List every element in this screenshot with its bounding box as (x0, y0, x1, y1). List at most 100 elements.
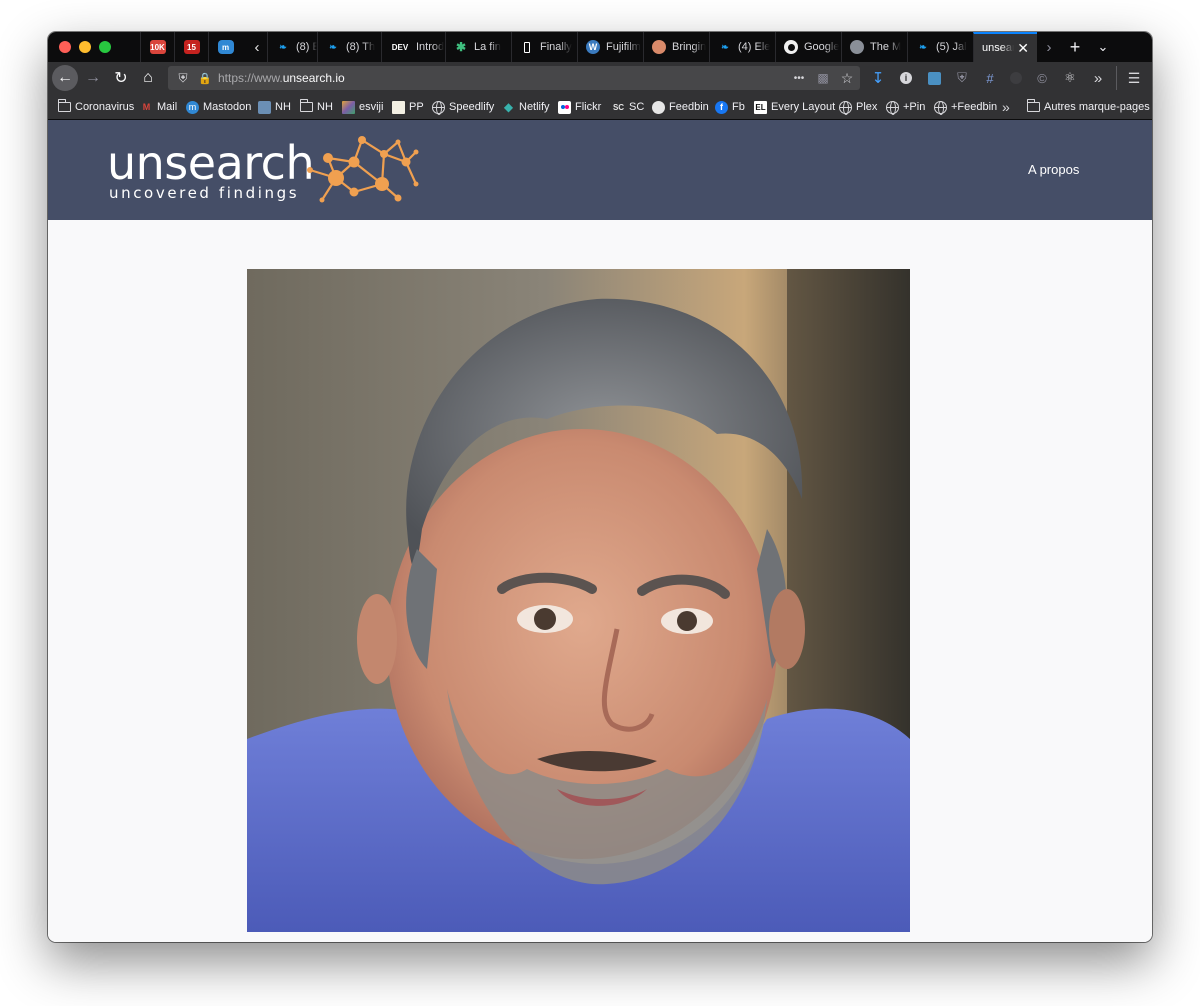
pinned-tab-badge: 15 (187, 42, 196, 52)
url-host: unsearch.io (282, 71, 345, 85)
dark-extension-icon[interactable] (1006, 68, 1026, 88)
tab-item[interactable]: Bringin (643, 32, 709, 62)
tab-item[interactable]: The M (841, 32, 907, 62)
info-icon[interactable]: i (896, 68, 916, 88)
zoom-window-button[interactable] (99, 41, 111, 53)
hash-extension-icon[interactable]: # (980, 68, 1000, 88)
dev-badge: DEV (391, 42, 409, 52)
bookmark-item[interactable]: EL Every Layout (754, 98, 835, 116)
bookmark-star-icon[interactable]: ☆ (838, 69, 856, 87)
bookmark-label: Speedlify (449, 101, 495, 113)
gmail-icon: M (142, 102, 151, 112)
minimize-window-button[interactable] (79, 41, 91, 53)
forward-button[interactable]: → (80, 65, 106, 91)
tab-title: Google (804, 41, 840, 53)
tab-title: unsearch (982, 42, 1014, 54)
globe-icon (432, 100, 445, 115)
bookmark-item[interactable]: Coronavirus (57, 98, 134, 116)
pinned-tab-mastodon[interactable]: m (208, 32, 242, 62)
tab-item[interactable]: ❧ (8) Ele (267, 32, 317, 62)
bookmark-item[interactable]: m Mastodon (186, 98, 251, 116)
home-button[interactable]: ⌂ (135, 65, 161, 91)
download-icon[interactable]: ↧ (868, 68, 888, 88)
nav-link-a-propos[interactable]: A propos (1028, 162, 1079, 177)
avatar-icon[interactable] (924, 68, 944, 88)
bookmark-item[interactable]: NH (299, 98, 333, 116)
tab-item[interactable]: ✱ La fin (445, 32, 511, 62)
rss-icon[interactable]: ▩ (814, 69, 832, 87)
tab-active[interactable]: unsearch ✕ (973, 32, 1037, 62)
pinned-tab-badge: 10K (150, 42, 165, 52)
tab-strip: 10K 15 m ‹ ❧ (8) Ele ❧ (8) Th DEV Introd… (48, 32, 1152, 62)
site-icon (652, 40, 666, 54)
bookmark-item[interactable]: +Pin (886, 98, 925, 116)
bookmark-item[interactable]: Feedbin (652, 98, 709, 116)
dev-icon: DEV (390, 40, 410, 54)
overflow-chevron-icon[interactable]: » (1088, 68, 1108, 88)
bookmark-item[interactable]: PP (392, 98, 424, 116)
close-tab-icon[interactable]: ✕ (1017, 40, 1029, 57)
bookmark-item[interactable]: SC SC (612, 98, 644, 116)
close-window-button[interactable] (59, 41, 71, 53)
bookmark-item[interactable]: NH (258, 98, 291, 116)
bookmark-label: PP (409, 101, 424, 113)
globe-icon (886, 100, 899, 115)
bookmark-label: +Pin (903, 101, 926, 113)
url-bar[interactable]: ⛨ 🔒 https://www.unsearch.io ••• ▩ ☆ (168, 66, 860, 90)
flickr-icon (558, 100, 571, 114)
bookmark-label: Autres marque-pages (1044, 101, 1150, 113)
pinwheel-icon: ✱ (455, 40, 467, 54)
bookmark-item[interactable]: Speedlify (432, 98, 494, 116)
bookmarks-overflow-chevron-icon[interactable]: » (1002, 98, 1010, 116)
list-tabs-chevron-down-icon[interactable]: ⌄ (1090, 32, 1116, 62)
gmail-icon: 15 (183, 40, 200, 54)
bookmark-item[interactable]: Plex (839, 98, 877, 116)
twitter-icon: ❧ (279, 41, 287, 52)
tab-item[interactable]: Google (775, 32, 841, 62)
menu-icon[interactable]: ☰ (1124, 68, 1144, 88)
tab-title: Fujifilm (606, 41, 641, 53)
shield-icon[interactable]: ⛨ (174, 69, 192, 87)
new-tab-button[interactable]: + (1062, 32, 1088, 62)
circle-c-extension-icon[interactable]: © (1032, 68, 1052, 88)
tab-item[interactable]: ❧ (5) Jal (907, 32, 973, 62)
tab-title: Bringin (672, 41, 707, 53)
mastodon-icon: m (186, 100, 199, 114)
shield-extension-icon[interactable]: ⛨ (952, 68, 972, 88)
bookmark-item[interactable]: M Mail (140, 98, 177, 116)
bookmark-label: esviji (359, 101, 384, 113)
bookmark-item[interactable]: ◆ Netlify (502, 98, 550, 116)
lock-icon[interactable]: 🔒 (196, 69, 214, 87)
tab-item[interactable]: ❧ (4) Ele (709, 32, 775, 62)
bookmark-item[interactable]: Autres marque-pages (1026, 98, 1150, 116)
bookmark-label: NH (275, 101, 291, 113)
page-actions-icon[interactable]: ••• (790, 69, 808, 87)
pinned-tab-gmail[interactable]: 15 (174, 32, 208, 62)
bookmark-item[interactable]: f Fb (715, 98, 745, 116)
react-extension-icon[interactable]: ⚛ (1060, 68, 1080, 88)
tabs-scroll-left-button[interactable]: ‹ (247, 32, 267, 62)
nav-bar: ← → ↻ ⌂ ⛨ 🔒 https://www.unsearch.io ••• … (48, 62, 1152, 94)
site-logo-wordmark[interactable]: unsearch (107, 136, 315, 190)
tab-item[interactable]: DEV Introd (381, 32, 445, 62)
bookmark-item[interactable]: Flickr (558, 98, 601, 116)
bookmark-item[interactable]: +Feedbin (934, 98, 997, 116)
bookmarks-bar: Coronavirus M Mail m Mastodon NH NH esviji… (48, 94, 1152, 120)
phone-icon (520, 40, 534, 54)
pinned-tab-inbox[interactable]: 10K (140, 32, 174, 62)
bookmark-label: Every Layout (771, 101, 836, 113)
reload-button[interactable]: ↻ (108, 65, 134, 91)
bookmark-label: Mail (157, 101, 178, 113)
mastodon-icon: m (217, 40, 234, 54)
url-text[interactable]: https://www.unsearch.io (218, 71, 345, 85)
tab-item[interactable]: Finally (511, 32, 577, 62)
netlify-icon: ◆ (503, 100, 514, 114)
back-button[interactable]: ← (52, 65, 78, 91)
tab-item[interactable]: ❧ (8) Th (317, 32, 381, 62)
folder-icon (1026, 99, 1040, 114)
bookmark-item[interactable]: esviji (342, 98, 383, 116)
tab-item[interactable]: W Fujifilm (577, 32, 643, 62)
github-icon (784, 40, 798, 54)
tabs-scroll-right-button[interactable]: › (1039, 32, 1059, 62)
every-layout-icon: EL (754, 100, 767, 114)
